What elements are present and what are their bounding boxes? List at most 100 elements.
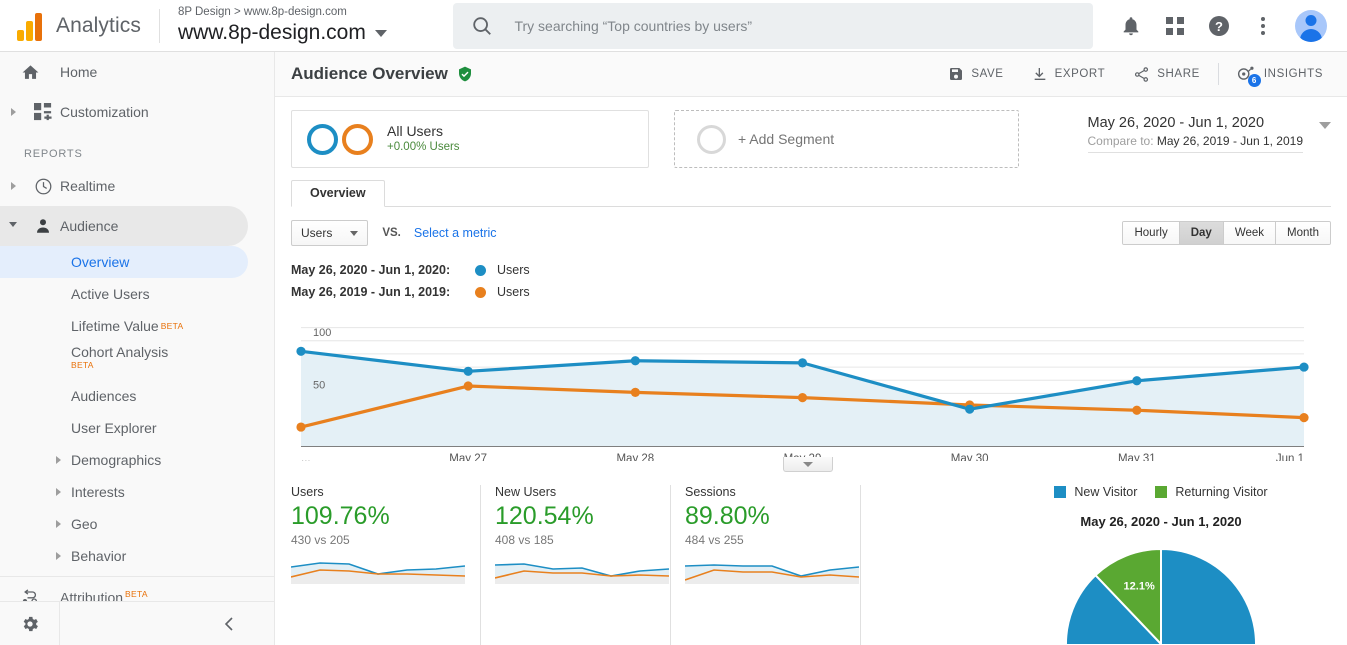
property-selector[interactable]: 8P Design > www.8p-design.com www.8p-des… [178, 5, 428, 46]
insights-button[interactable]: 6 INSIGHTS [1223, 59, 1337, 89]
metric-card-sub: 430 vs 205 [291, 533, 350, 547]
page-title: Audience Overview [291, 64, 473, 84]
metric-card-users[interactable]: Users 109.76% 430 vs 205 [291, 485, 481, 645]
chevron-down-icon[interactable] [0, 221, 26, 231]
pie-legend-label: Returning Visitor [1175, 485, 1268, 499]
bell-icon[interactable] [1119, 14, 1143, 38]
help-icon[interactable]: ? [1207, 14, 1231, 38]
sidebar-item-lifetime-value-label: Lifetime Value [71, 318, 159, 334]
sidebar-item-lifetime-value[interactable]: Lifetime Value BETA [0, 310, 274, 342]
granularity-week[interactable]: Week [1223, 222, 1277, 244]
chart-collapse-toggle[interactable] [783, 457, 833, 472]
brand-name: Analytics [56, 8, 160, 43]
sidebar-item-realtime[interactable]: Realtime [0, 166, 274, 206]
metric-card-title: Sessions [685, 485, 736, 499]
chevron-down-icon[interactable] [1319, 122, 1331, 129]
export-button[interactable]: EXPORT [1018, 59, 1120, 89]
beta-badge: BETA [71, 360, 94, 370]
insights-icon: 6 [1237, 65, 1261, 87]
sidebar-item-geo[interactable]: Geo [0, 508, 274, 540]
sidebar-item-home[interactable]: Home [0, 52, 274, 92]
export-icon [1034, 68, 1045, 80]
metric-card-sessions[interactable]: Sessions 89.80% 484 vs 255 [671, 485, 861, 645]
chevron-down-icon[interactable] [374, 29, 387, 37]
clock-icon [26, 177, 60, 196]
person-icon [26, 217, 60, 235]
sidebar-item-active-users-label: Active Users [71, 286, 150, 302]
visitor-type-pie-chart[interactable]: 12.1% [1061, 539, 1261, 645]
sidebar-item-demographics[interactable]: Demographics [0, 444, 274, 476]
search-input[interactable] [514, 17, 1076, 34]
sidebar: Home Customization REPORTS Realtime Audi… [0, 52, 275, 645]
share-label: SHARE [1157, 68, 1200, 80]
metric-dropdown[interactable]: Users [291, 220, 369, 246]
sidebar-item-active-users[interactable]: Active Users [0, 278, 274, 310]
summary-row: Users 109.76% 430 vs 205 New Users 120.5… [291, 485, 1331, 645]
avatar[interactable] [1295, 9, 1327, 42]
sidebar-item-home-label: Home [60, 64, 98, 80]
sidebar-item-overview-label: Overview [71, 254, 130, 270]
svg-text:May 27: May 27 [449, 453, 487, 461]
add-segment-button[interactable]: + Add Segment [674, 110, 1019, 168]
legend-date-current: May 26, 2020 - Jun 1, 2020: [291, 263, 451, 277]
legend-swatch [1155, 486, 1168, 498]
pie-legend-new-visitor[interactable]: New Visitor [1054, 485, 1137, 499]
vs-label: VS. [382, 227, 401, 239]
svg-text:...: ... [301, 453, 311, 461]
metric-card-sub: 408 vs 185 [495, 533, 554, 547]
sidebar-item-demographics-label: Demographics [71, 452, 162, 468]
insights-badge: 6 [1247, 74, 1261, 87]
granularity-hourly[interactable]: Hourly [1123, 222, 1180, 244]
apps-grid-icon[interactable] [1163, 14, 1187, 38]
tab-overview[interactable]: Overview [291, 180, 385, 207]
date-range-selector[interactable]: May 26, 2020 - Jun 1, 2020 Compare to: M… [1087, 110, 1331, 153]
pie-legend-label: New Visitor [1074, 485, 1138, 499]
chevron-right-icon [56, 520, 61, 528]
beta-badge: BETA [125, 588, 148, 599]
collapse-sidebar-button[interactable] [60, 616, 274, 632]
sidebar-item-cohort-analysis[interactable]: Cohort Analysis BETA [0, 342, 274, 380]
granularity-day[interactable]: Day [1179, 222, 1224, 244]
main-content: Audience Overview SAVE EXPORT SHARE 6 IN… [275, 52, 1347, 645]
sidebar-item-realtime-label: Realtime [60, 178, 116, 194]
sidebar-item-customization[interactable]: Customization [0, 92, 274, 132]
export-label: EXPORT [1054, 68, 1106, 80]
compare-value: May 26, 2019 - Jun 1, 2019 [1156, 134, 1303, 148]
legend-row-compare: May 26, 2019 - Jun 1, 2019: Users [291, 281, 1331, 303]
pie-legend: New Visitor Returning Visitor [996, 485, 1326, 499]
save-button[interactable]: SAVE [934, 59, 1017, 89]
chevron-right-icon [56, 488, 61, 496]
sidebar-item-behavior-label: Behavior [71, 548, 127, 564]
more-vert-icon[interactable] [1251, 14, 1275, 38]
svg-text:May 30: May 30 [951, 453, 989, 461]
legend-series-compare: Users [497, 285, 530, 299]
segment-subtitle: +0.00% Users [387, 141, 460, 153]
sidebar-item-behavior[interactable]: Behavior [0, 540, 274, 572]
insights-label: INSIGHTS [1263, 68, 1323, 80]
sidebar-item-audiences[interactable]: Audiences [0, 380, 274, 412]
segment-title: All Users [387, 123, 444, 139]
sidebar-item-audience[interactable]: Audience [0, 206, 248, 246]
chevron-right-icon[interactable] [0, 108, 26, 116]
sidebar-item-geo-label: Geo [71, 516, 98, 532]
sidebar-item-overview[interactable]: Overview [0, 246, 248, 278]
search-box[interactable] [453, 2, 1094, 49]
svg-text:50: 50 [313, 379, 325, 391]
sidebar-item-user-explorer[interactable]: User Explorer [0, 412, 274, 444]
compare-label: Compare to: [1087, 134, 1157, 148]
pie-legend-returning-visitor[interactable]: Returning Visitor [1155, 485, 1268, 499]
gear-icon[interactable] [0, 601, 60, 645]
granularity-month[interactable]: Month [1276, 222, 1330, 244]
users-timeseries-chart[interactable]: 50100...May 27May 28May 29May 30May 31Ju… [291, 311, 1331, 472]
chevron-right-icon[interactable] [0, 182, 26, 190]
sidebar-item-interests[interactable]: Interests [0, 476, 274, 508]
chart-canvas: 50100...May 27May 28May 29May 30May 31Ju… [296, 327, 1309, 461]
metric-card-value: 89.80% [685, 502, 770, 530]
legend-dot-current [475, 264, 486, 276]
segment-all-users[interactable]: All Users +0.00% Users [291, 110, 649, 168]
search-icon [473, 16, 492, 35]
metric-card-new-users[interactable]: New Users 120.54% 408 vs 185 [481, 485, 671, 645]
share-button[interactable]: SHARE [1119, 59, 1214, 89]
select-a-metric-link[interactable]: Select a metric [414, 226, 497, 240]
sparkline-sessions [685, 564, 859, 584]
